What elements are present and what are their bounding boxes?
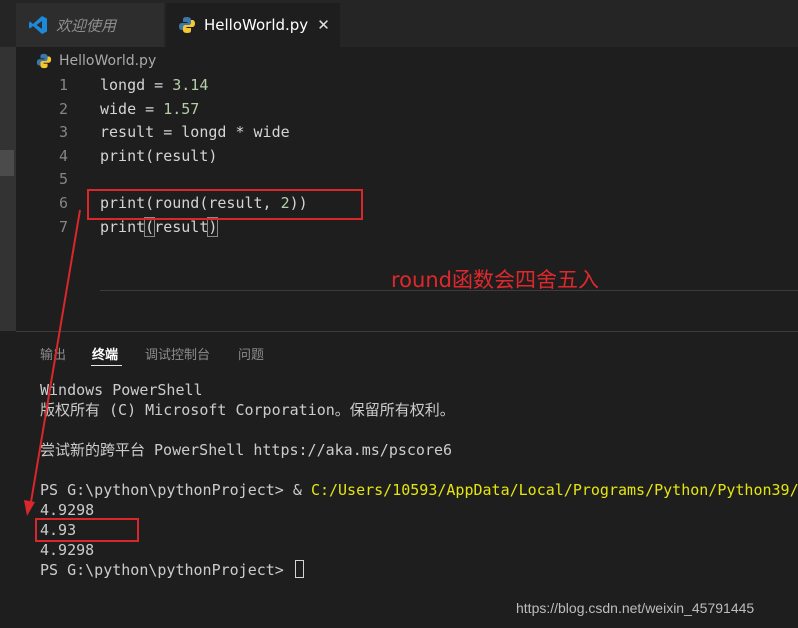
line-number: 1 xyxy=(58,76,68,94)
vscode-icon xyxy=(29,16,47,34)
code-token: print xyxy=(100,217,146,236)
code-line[interactable]: 1 longd = 3.14 xyxy=(16,74,798,98)
panel-tab-problems[interactable]: 问题 xyxy=(238,344,264,363)
python-icon xyxy=(36,53,52,69)
tab-bar: 欢迎使用 HelloWorld.py ✕ xyxy=(0,0,798,47)
number-literal: 3.14 xyxy=(172,76,209,94)
terminal-line: Windows PowerShell xyxy=(40,381,203,399)
tab-helloworld-label: HelloWorld.py xyxy=(204,16,309,34)
annotation-text: round函数会四舍五入 xyxy=(391,268,599,292)
code-text: result = longd * wide xyxy=(100,123,290,141)
bracket-match: ( xyxy=(144,216,156,237)
watermark: https://blog.csdn.net/weixin_45791445 xyxy=(516,600,755,616)
bracket-match: ) xyxy=(207,216,219,237)
code-text: wide = 1.57 xyxy=(100,98,199,122)
activity-indicator xyxy=(0,150,14,176)
panel-tab-output[interactable]: 输出 xyxy=(40,344,66,363)
code-token: wide = xyxy=(100,99,164,118)
terminal-cursor xyxy=(294,560,304,578)
close-icon[interactable]: ✕ xyxy=(317,16,330,34)
terminal-output: 4.9298 xyxy=(40,541,95,559)
code-line[interactable]: 5 xyxy=(16,168,798,192)
code-text: longd = 3.14 xyxy=(100,74,208,98)
panel-tab-debug-console[interactable]: 调试控制台 xyxy=(145,344,210,363)
terminal-python-path: C:/Users/10593/AppData/Local/Programs/Py… xyxy=(310,481,798,499)
annotation-box-result xyxy=(35,518,139,542)
number-literal: 1.57 xyxy=(163,99,200,118)
tab-welcome[interactable]: 欢迎使用 xyxy=(16,3,164,47)
code-line[interactable]: 3 result = longd * wide xyxy=(16,121,798,145)
annotation-box-code xyxy=(87,189,363,220)
terminal-command-line: PS G:\python\pythonProject> & C:/Users/1… xyxy=(40,480,798,500)
terminal-output: 4.9298 xyxy=(40,501,95,519)
code-line[interactable]: 2 wide = 1.57 xyxy=(16,98,798,122)
code-token: result xyxy=(154,217,209,236)
line-number: 3 xyxy=(58,123,68,141)
terminal-line: 尝试新的跨平台 PowerShell https://aka.ms/pscore… xyxy=(40,441,453,459)
code-line[interactable]: 4 print(result) xyxy=(16,145,798,169)
code-token: longd = xyxy=(100,76,173,94)
terminal-line: 版权所有 (C) Microsoft Corporation。保留所有权利。 xyxy=(40,401,455,419)
activity-strip xyxy=(0,47,16,331)
panel-tab-terminal[interactable]: 终端 xyxy=(92,344,118,363)
tab-welcome-label: 欢迎使用 xyxy=(56,16,117,35)
terminal-prompt: PS G:\python\pythonProject> xyxy=(40,561,293,579)
bottom-panel: 输出 终端 调试控制台 问题 Windows PowerShell 版权所有 (… xyxy=(16,331,798,628)
terminal-prompt-line: PS G:\python\pythonProject> xyxy=(40,560,304,580)
line-number: 6 xyxy=(58,194,68,212)
line-number: 5 xyxy=(58,170,68,188)
line-number: 2 xyxy=(58,99,68,118)
breadcrumb[interactable]: HelloWorld.py xyxy=(36,50,156,72)
line-number: 4 xyxy=(58,146,68,165)
line-number: 7 xyxy=(58,217,68,236)
code-text: print(result) xyxy=(100,146,218,165)
breadcrumb-file: HelloWorld.py xyxy=(59,53,157,69)
python-icon xyxy=(179,17,195,33)
tab-helloworld[interactable]: HelloWorld.py ✕ xyxy=(166,3,340,47)
active-tab-underline xyxy=(91,365,122,366)
terminal-prompt: PS G:\python\pythonProject> & xyxy=(40,481,311,499)
